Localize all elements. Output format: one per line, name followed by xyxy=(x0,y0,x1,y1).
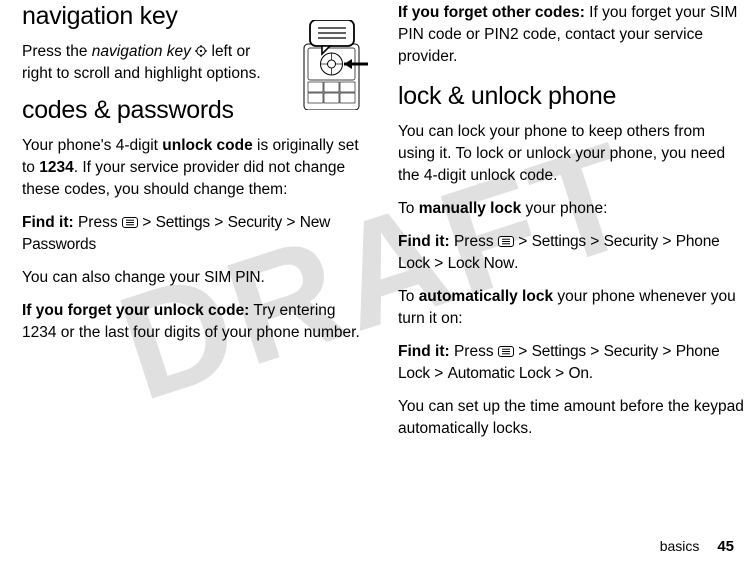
page-footer: basics 45 xyxy=(660,538,734,555)
find-it-lock-now: Find it: Press > Settings > Security > P… xyxy=(398,231,746,275)
menu-key-icon xyxy=(498,232,514,243)
right-column: If you forget other codes: If you forget… xyxy=(398,0,746,451)
lock-paragraph-1: You can lock your phone to keep others f… xyxy=(398,121,746,187)
page-content: navigation key Press the navigation key … xyxy=(0,0,756,451)
phone-illustration xyxy=(292,20,370,110)
footer-section-label: basics xyxy=(660,538,700,554)
forget-other-paragraph: If you forget other codes: If you forget… xyxy=(398,2,746,68)
automatically-lock-line: To automatically lock your phone wheneve… xyxy=(398,286,746,330)
keypad-lock-time-paragraph: You can set up the time amount before th… xyxy=(398,396,746,440)
find-it-new-passwords: Find it: Press > Settings > Security > N… xyxy=(22,212,370,256)
codes-paragraph-1: Your phone's 4-digit unlock code is orig… xyxy=(22,135,370,201)
navigation-key-term: navigation key xyxy=(92,43,195,60)
nav-key-icon xyxy=(195,42,207,54)
page-number: 45 xyxy=(717,538,734,555)
manually-lock-line: To manually lock your phone: xyxy=(398,198,746,220)
forget-unlock-paragraph: If you forget your unlock code: Try ente… xyxy=(22,300,370,344)
menu-key-icon xyxy=(122,213,138,224)
menu-key-icon xyxy=(498,342,514,353)
sim-pin-paragraph: You can also change your SIM PIN. xyxy=(22,267,370,289)
heading-lock-unlock: lock & unlock phone xyxy=(398,82,746,111)
find-it-automatic-lock: Find it: Press > Settings > Security > P… xyxy=(398,341,746,385)
left-column: navigation key Press the navigation key … xyxy=(22,0,370,451)
